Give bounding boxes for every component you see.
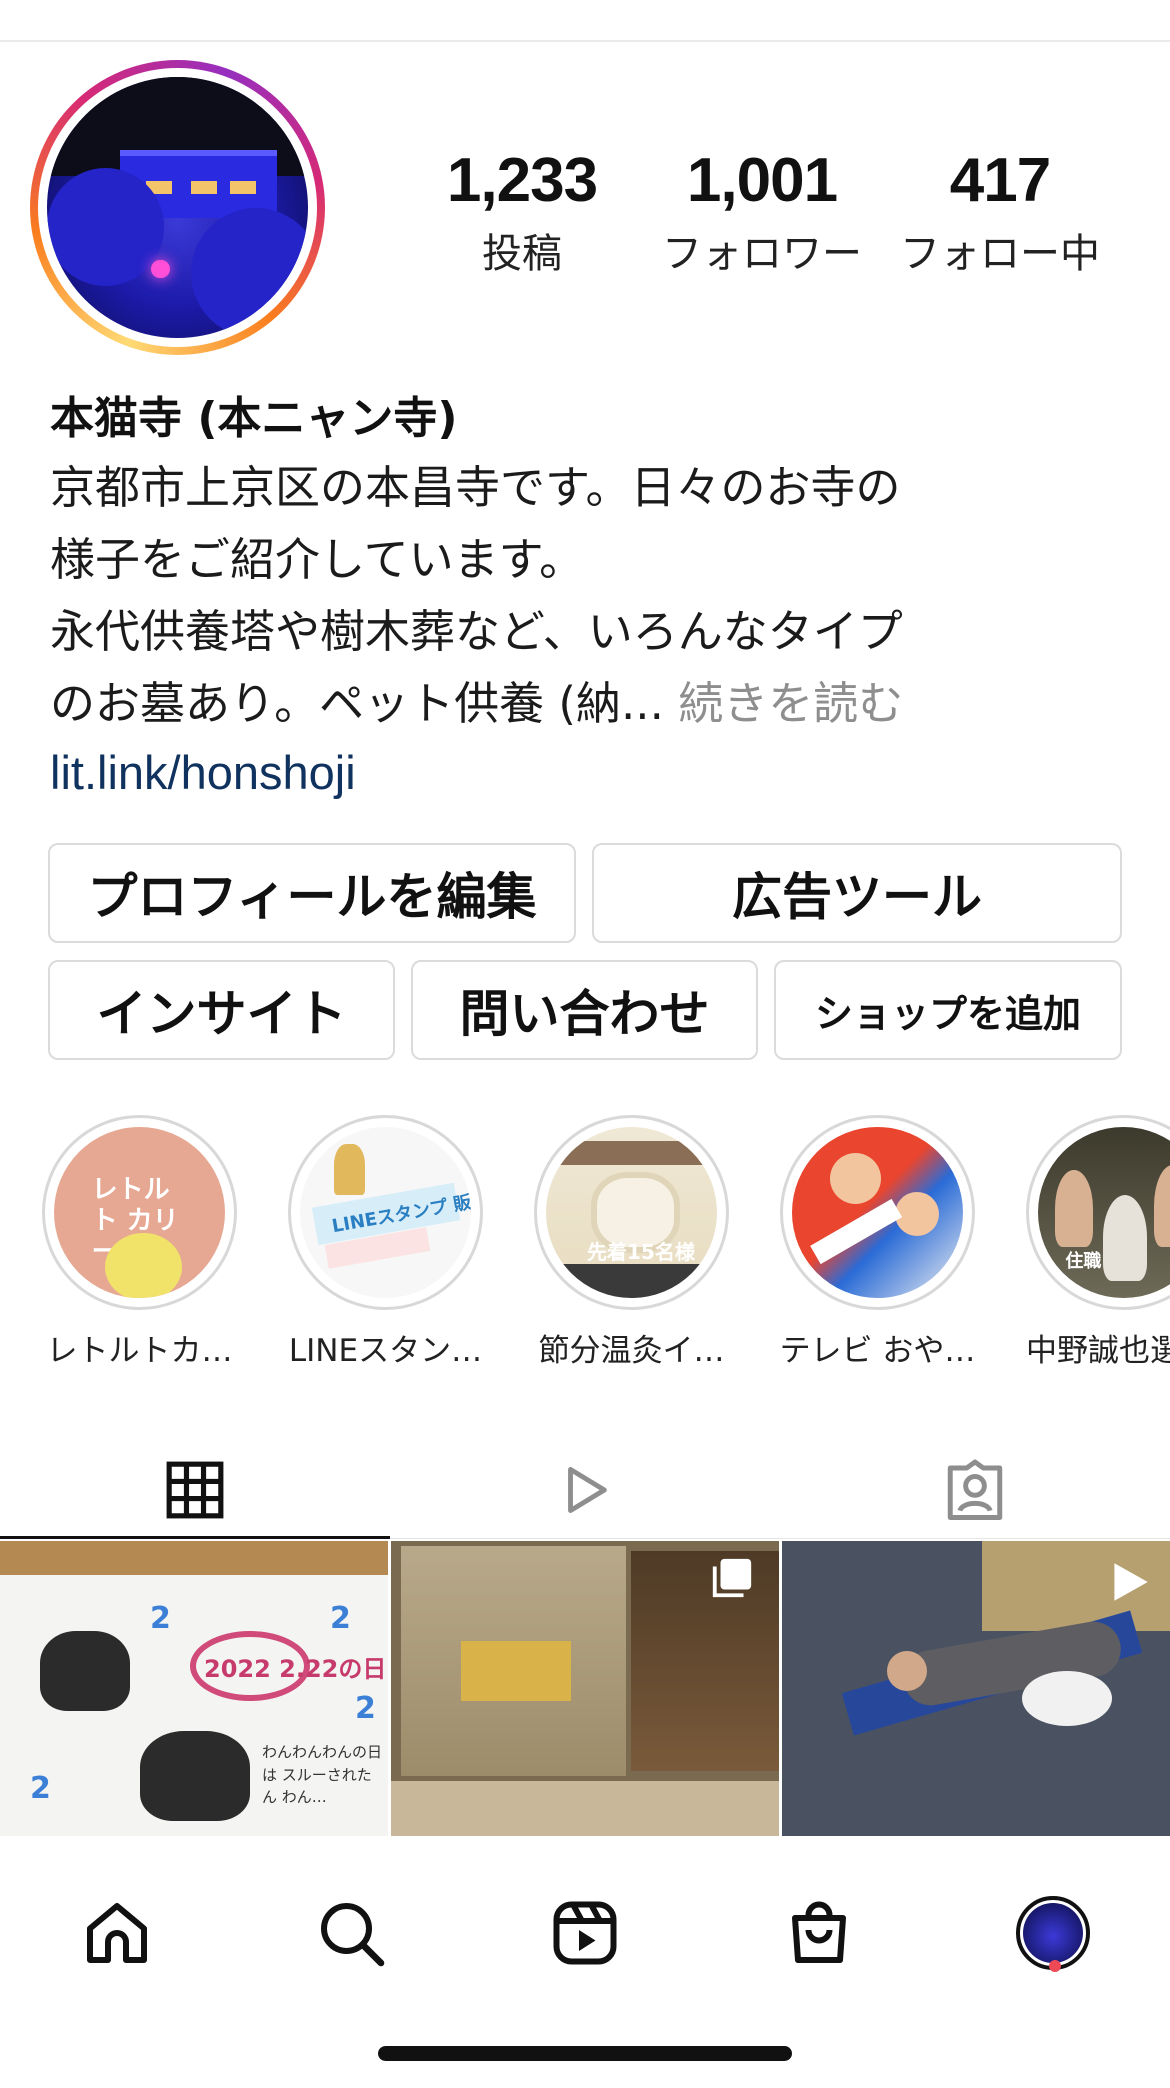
post-caption: わんわんわんの日は スルーされたん わん… xyxy=(262,1743,383,1806)
active-tab-indicator xyxy=(0,1536,390,1539)
reel-play-icon xyxy=(1114,1563,1148,1601)
shopping-bag-icon xyxy=(792,1901,846,1963)
edit-profile-button[interactable]: プロフィールを編集 xyxy=(48,843,576,943)
notification-dot xyxy=(1049,1960,1061,1972)
profile-avatar[interactable] xyxy=(30,60,325,355)
following-label: フォロー中 xyxy=(900,231,1100,277)
profile-bio: 京都市上京区の本昌寺です。日々のお寺の 様子をご紹介しています。 永代供養塔や樹… xyxy=(50,452,1130,740)
add-shop-button[interactable]: ショップを追加 xyxy=(774,960,1122,1060)
tagged-person-icon xyxy=(947,1459,1003,1520)
highlight-nakano[interactable]: 住職 中野誠也選 xyxy=(1026,1115,1170,1369)
highlight-line-stamp[interactable]: LINEスタンプ 販売中!! LINEスタン… xyxy=(288,1115,483,1369)
highlight-label: LINEスタン… xyxy=(288,1333,483,1369)
nav-shop[interactable] xyxy=(764,1878,874,1988)
followers-label: フォロワー xyxy=(662,231,862,277)
bio-website-link[interactable]: lit.link/honshoji xyxy=(50,745,356,800)
nav-reels[interactable] xyxy=(530,1878,640,1988)
top-divider xyxy=(0,40,1170,42)
profile-name: 本猫寺 (本ニャン寺) xyxy=(50,393,458,444)
bio-line-last: のお墓あり。ペット供養 (納... 続きを読む xyxy=(50,668,1130,740)
posts-count: 1,233 xyxy=(446,146,598,215)
highlight-thumbnail: レトルト カリー寺 xyxy=(54,1127,225,1298)
nav-home[interactable] xyxy=(62,1878,172,1988)
highlight-thumbnail: 住職 xyxy=(1038,1127,1170,1298)
posts-stat[interactable]: 1,233 投稿 xyxy=(422,146,622,277)
posts-label: 投稿 xyxy=(482,231,562,277)
highlight-tv[interactable]: テレビ おや… xyxy=(780,1115,975,1369)
following-stat[interactable]: 417 フォロー中 xyxy=(900,146,1100,277)
carousel-icon xyxy=(712,1558,752,1598)
highlight-thumb-text: 先着15名様 xyxy=(587,1240,695,1265)
home-indicator[interactable] xyxy=(378,2046,792,2061)
bio-line: 京都市上京区の本昌寺です。日々のお寺の xyxy=(50,461,901,514)
highlight-setsubun[interactable]: 先着15名様 節分温灸イ… xyxy=(534,1115,729,1369)
search-icon xyxy=(321,1903,385,1967)
highlight-label: テレビ おや… xyxy=(779,1333,976,1369)
reels-tab[interactable] xyxy=(390,1440,780,1540)
highlight-thumb-text: 住職 xyxy=(1065,1250,1102,1272)
highlight-retort-curry[interactable]: レトルト カリー寺 レトルトカ… xyxy=(42,1115,237,1369)
grid-post[interactable]: 2022 2.22の日 わんわんわんの日は スルーされたん わん… 2 2 2 … xyxy=(0,1541,388,1836)
highlight-label: 中野誠也選 xyxy=(1026,1333,1170,1369)
grid-tab[interactable] xyxy=(0,1440,390,1540)
highlight-thumbnail: LINEスタンプ 販売中!! xyxy=(300,1127,471,1298)
highlight-thumbnail xyxy=(792,1127,963,1298)
post-text: 2022 2.22の日 xyxy=(204,1655,387,1683)
highlight-thumbnail: 先着15名様 xyxy=(546,1127,717,1298)
contact-button[interactable]: 問い合わせ xyxy=(411,960,758,1060)
avatar-photo xyxy=(47,77,308,338)
ad-tools-button[interactable]: 広告ツール xyxy=(592,843,1122,943)
followers-stat[interactable]: 1,001 フォロワー xyxy=(662,146,862,277)
highlight-label: 節分温灸イ… xyxy=(538,1333,725,1369)
read-more-link[interactable]: 続きを読む xyxy=(678,677,903,730)
following-count: 417 xyxy=(949,146,1051,215)
bio-line: 永代供養塔や樹木葬など、いろんなタイプ xyxy=(50,605,903,658)
nav-search[interactable] xyxy=(296,1878,406,1988)
home-icon xyxy=(87,1903,147,1963)
highlight-label: レトルトカ… xyxy=(46,1333,233,1369)
reels-icon xyxy=(553,1901,617,1965)
bio-line: 様子をご紹介しています。 xyxy=(50,533,585,586)
grid-post[interactable] xyxy=(782,1541,1170,1836)
profile-avatar-small xyxy=(1016,1896,1090,1970)
grid-icon xyxy=(166,1461,224,1519)
play-icon xyxy=(568,1467,607,1513)
bio-line: のお墓あり。ペット供養 (納... xyxy=(50,677,664,730)
insights-button[interactable]: インサイト xyxy=(48,960,395,1060)
tagged-tab[interactable] xyxy=(780,1440,1170,1540)
followers-count: 1,001 xyxy=(686,146,838,215)
grid-post[interactable] xyxy=(391,1541,779,1836)
